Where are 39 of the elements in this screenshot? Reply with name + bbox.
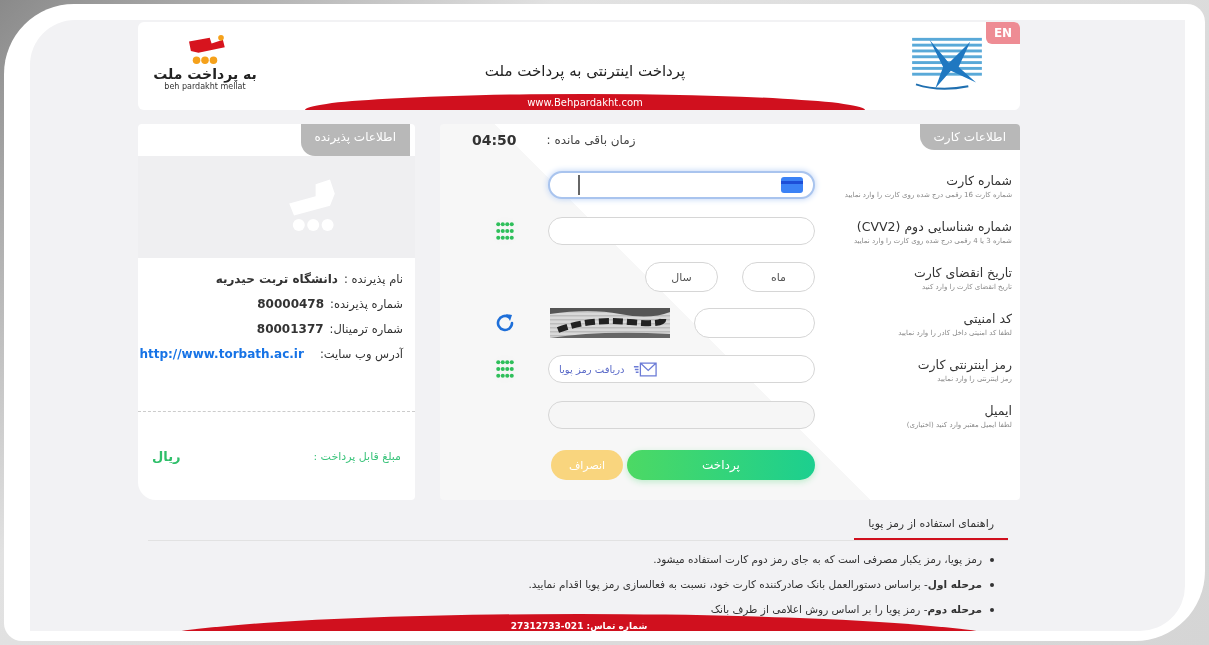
- cvv2-field[interactable]: [548, 217, 815, 245]
- envelope-icon: [632, 361, 657, 377]
- guide-title: راهنمای استفاده از رمز پویا: [854, 513, 1008, 540]
- amount-label: مبلغ قابل پرداخت :: [313, 449, 401, 463]
- expiry-field[interactable]: ماه: [742, 262, 815, 292]
- card-number-field[interactable]: [548, 171, 815, 199]
- field-label: شماره کارت: [945, 172, 1012, 191]
- logo-text: به پرداخت ملت: [153, 66, 257, 82]
- timer-label: زمان باقی مانده :: [546, 133, 636, 147]
- info-label: نام پذیرنده :: [343, 272, 403, 286]
- currency: ریال: [152, 448, 181, 464]
- guide-item: مرحله دوم- رمز پویا را بر اساس روش اعلامی از طرف بانک: [148, 597, 994, 622]
- info-value: دانشگاه تربت حیدریه: [215, 272, 338, 286]
- contact-number: شماره تماس: 021-27312733: [510, 620, 648, 631]
- email-field[interactable]: [548, 401, 815, 429]
- info-label: شماره ترمینال:: [329, 322, 403, 336]
- website-link[interactable]: http://www.torbath.ac.ir: [139, 347, 304, 361]
- info-value: 80000478: [257, 297, 325, 311]
- field-label: کد امنیتی: [962, 310, 1012, 328]
- guide-item: مرحله اول- براساس دستورالعمل بانک صادرکننده کارت خود، نسبت به فعالسازی رمز پویا اقدام نمایید.: [148, 572, 994, 597]
- expiry-field[interactable]: سال: [645, 262, 718, 292]
- field-label: شماره شناسایی دوم (CVV2): [855, 218, 1012, 237]
- guide-item: رمز پویا، رمز یکبار مصرفی است که به جای رمز دوم کارت استفاده میشود.: [148, 547, 994, 572]
- captcha-field[interactable]: [694, 308, 815, 338]
- site-url: www.Behpardakht.com: [527, 96, 643, 110]
- text-cursor: [578, 175, 580, 195]
- field-label: رمز اینترنتی کارت: [916, 356, 1012, 375]
- info-value: 80001377: [256, 322, 324, 336]
- timer: 04:50: [472, 132, 517, 148]
- page-title: پرداخت اینترنتی به پرداخت ملت: [484, 62, 686, 80]
- get-dynamic-password-button[interactable]: دریافت رمز پویا: [559, 361, 657, 377]
- field-label: تاریخ انقضای کارت: [912, 264, 1012, 283]
- password-field[interactable]: دریافت رمز پویا: [548, 355, 815, 383]
- info-label: آدرس وب سایت:: [319, 347, 403, 361]
- credit-card-icon: [781, 177, 803, 193]
- field-label: ایمیل: [983, 402, 1012, 420]
- info-label: شماره پذیرنده:: [330, 297, 403, 311]
- logo-subtext: beh pardakht mellat: [164, 82, 246, 92]
- language-button[interactable]: EN: [986, 22, 1020, 44]
